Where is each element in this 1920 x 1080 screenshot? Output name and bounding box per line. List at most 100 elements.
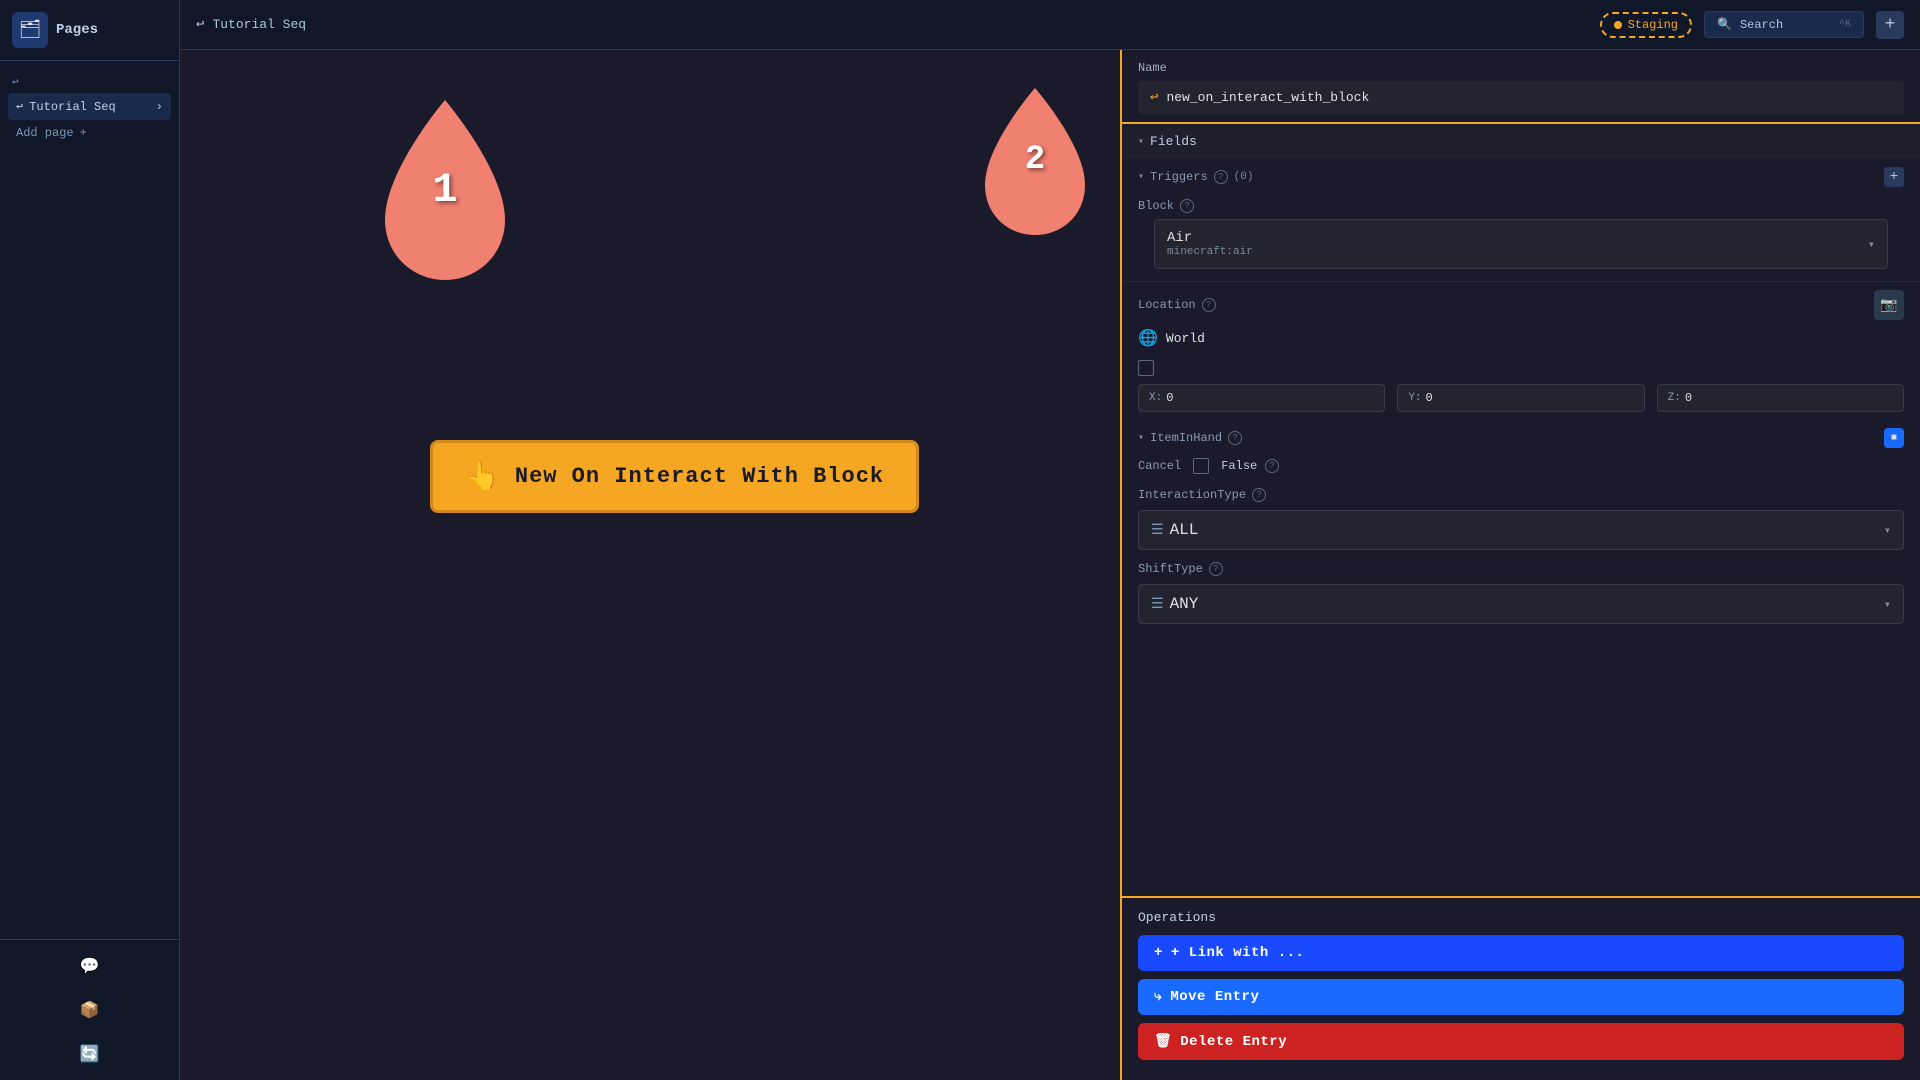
location-info-icon[interactable]: ?: [1202, 298, 1216, 312]
item-in-hand-row[interactable]: ▾ ItemInHand ? ■: [1122, 420, 1920, 452]
sidebar: 🗂 Pages ↩ ↩ Tutorial Seq › Add page + 💬 …: [0, 0, 180, 1080]
coords-row: X: 0 Y: 0 Z: 0: [1138, 384, 1904, 412]
block-field-row: Block ? Air minecraft:air ▾: [1122, 191, 1920, 282]
trash-icon: 🗑: [1154, 1033, 1172, 1050]
search-bar[interactable]: 🔍 Search ^K: [1704, 11, 1864, 38]
package-icon[interactable]: 📦: [76, 996, 104, 1024]
teardrop-1[interactable]: 1: [365, 90, 525, 290]
triggers-row: ▾ Triggers ? (0) +: [1122, 159, 1920, 191]
refresh-icon[interactable]: 🔄: [76, 1040, 104, 1068]
triggers-expand[interactable]: ▾ Triggers ? (0): [1138, 170, 1253, 184]
coord-y-label: Y:: [1408, 392, 1421, 404]
seq-icon: ↩: [16, 99, 23, 114]
interaction-type-label-row: InteractionType ?: [1122, 480, 1920, 506]
sidebar-title: Pages: [56, 22, 98, 38]
teardrop-2[interactable]: 2: [970, 80, 1100, 240]
staging-badge[interactable]: Staging: [1600, 12, 1692, 38]
shift-type-info-icon[interactable]: ?: [1209, 562, 1223, 576]
shift-type-arrow-icon: ▾: [1884, 597, 1891, 612]
section-seq-icon: ↩: [12, 75, 19, 89]
fields-label: Fields: [1150, 134, 1197, 149]
cancel-checkbox[interactable]: [1193, 458, 1209, 474]
block-value-main: Air: [1167, 230, 1253, 246]
topbar-seq-icon: ↩: [196, 16, 204, 33]
coord-z-label: Z:: [1668, 392, 1681, 404]
right-panel: New On Interact With Block On Interact W…: [1120, 0, 1920, 1080]
coord-x-label: X:: [1149, 392, 1162, 404]
block-button-icon: 👆: [465, 459, 501, 494]
list-icon: ☰: [1151, 522, 1164, 539]
coord-x-value: 0: [1166, 391, 1173, 405]
move-entry-button[interactable]: ⤷ Move Entry: [1138, 979, 1904, 1015]
interaction-type-value: ALL: [1170, 521, 1199, 539]
link-with-label: + Link with ...: [1171, 945, 1305, 961]
block-dropdown-arrow-icon: ▾: [1868, 237, 1875, 252]
item-in-hand-info-icon[interactable]: ?: [1228, 431, 1242, 445]
fields-header[interactable]: ▾ Fields: [1122, 124, 1920, 159]
shift-type-label: ShiftType: [1138, 562, 1203, 576]
block-label: Block: [1138, 199, 1174, 213]
item-in-hand-label: ItemInHand: [1150, 431, 1222, 445]
item-in-hand-indicator[interactable]: ■: [1884, 428, 1904, 448]
operations-panel: Operations + + Link with ... ⤷ Move Entr…: [1122, 896, 1920, 1080]
panel-name-label: Name: [1138, 61, 1904, 75]
cancel-info-icon[interactable]: ?: [1265, 459, 1279, 473]
cancel-value: False: [1221, 459, 1257, 473]
triggers-info-icon[interactable]: ?: [1214, 170, 1228, 184]
add-page-row[interactable]: Add page +: [8, 120, 171, 146]
item-in-hand-chevron-icon: ▾: [1138, 432, 1144, 444]
sidebar-logo: 🗂 Pages: [0, 0, 179, 61]
move-entry-label: Move Entry: [1170, 989, 1259, 1005]
delete-entry-button[interactable]: 🗑 Delete Entry: [1138, 1023, 1904, 1060]
search-shortcut: ^K: [1839, 19, 1851, 30]
fields-section: ▾ Fields ▾ Triggers ? (0) + Block ?: [1122, 124, 1920, 624]
fields-chevron-icon: ▾: [1138, 136, 1144, 148]
camera-button[interactable]: 📷: [1874, 290, 1904, 320]
panel-name-value: ↩ new_on_interact_with_block: [1138, 81, 1904, 114]
delete-entry-label: Delete Entry: [1180, 1034, 1287, 1050]
block-button-label: New On Interact With Block: [515, 464, 884, 489]
coord-x-field[interactable]: X: 0: [1138, 384, 1385, 412]
interaction-type-label: InteractionType: [1138, 488, 1246, 502]
interaction-type-info-icon[interactable]: ?: [1252, 488, 1266, 502]
link-icon: +: [1154, 945, 1163, 961]
move-icon: ⤷: [1154, 989, 1162, 1005]
coord-y-value: 0: [1426, 391, 1433, 405]
cancel-row: Cancel False ?: [1122, 452, 1920, 480]
location-checkbox[interactable]: [1138, 360, 1154, 376]
topbar-left: ↩ Tutorial Seq: [196, 16, 306, 33]
add-page-plus-icon: +: [80, 126, 87, 140]
selected-block-button[interactable]: 👆 New On Interact With Block: [430, 440, 919, 513]
discord-icon[interactable]: 💬: [76, 952, 104, 980]
add-page-label: Add page: [16, 126, 74, 140]
sidebar-nav: ↩ ↩ Tutorial Seq › Add page +: [0, 61, 179, 939]
block-value-sub: minecraft:air: [1167, 246, 1253, 258]
panel-body: ▾ Fields ▾ Triggers ? (0) + Block ?: [1122, 124, 1920, 896]
block-info-icon[interactable]: ?: [1180, 199, 1194, 213]
world-globe-icon: 🌐: [1138, 328, 1158, 348]
logo-icon: 🗂: [12, 12, 48, 48]
coord-z-field[interactable]: Z: 0: [1657, 384, 1904, 412]
interaction-type-arrow-icon: ▾: [1884, 523, 1891, 538]
name-icon: ↩: [1150, 89, 1158, 106]
main-canvas[interactable]: 1 2 3 4 5 👆 New On Interact With Block: [180, 50, 1120, 1080]
triggers-count: (0): [1234, 171, 1254, 183]
world-label: World: [1166, 331, 1205, 346]
triggers-chevron-icon: ▾: [1138, 171, 1144, 183]
interaction-type-section: InteractionType ? ☰ ALL ▾: [1122, 480, 1920, 550]
block-dropdown-content: Air minecraft:air: [1167, 230, 1253, 258]
link-with-button[interactable]: + + Link with ...: [1138, 935, 1904, 971]
location-row: Location ? 📷: [1122, 282, 1920, 324]
cancel-label: Cancel: [1138, 459, 1181, 473]
triggers-label: Triggers: [1150, 170, 1208, 184]
shift-type-dropdown[interactable]: ☰ ANY ▾: [1138, 584, 1904, 624]
sidebar-item-tutorial-seq[interactable]: ↩ Tutorial Seq ›: [8, 93, 171, 120]
coord-y-field[interactable]: Y: 0: [1397, 384, 1644, 412]
add-trigger-button[interactable]: +: [1884, 167, 1904, 187]
interaction-type-dropdown[interactable]: ☰ ALL ▾: [1138, 510, 1904, 550]
chevron-right-icon: ›: [156, 100, 163, 114]
sidebar-bottom-icons: 💬 📦 🔄: [0, 939, 179, 1080]
add-button[interactable]: +: [1876, 11, 1904, 39]
block-dropdown[interactable]: Air minecraft:air ▾: [1154, 219, 1888, 269]
staging-label: Staging: [1628, 18, 1678, 32]
